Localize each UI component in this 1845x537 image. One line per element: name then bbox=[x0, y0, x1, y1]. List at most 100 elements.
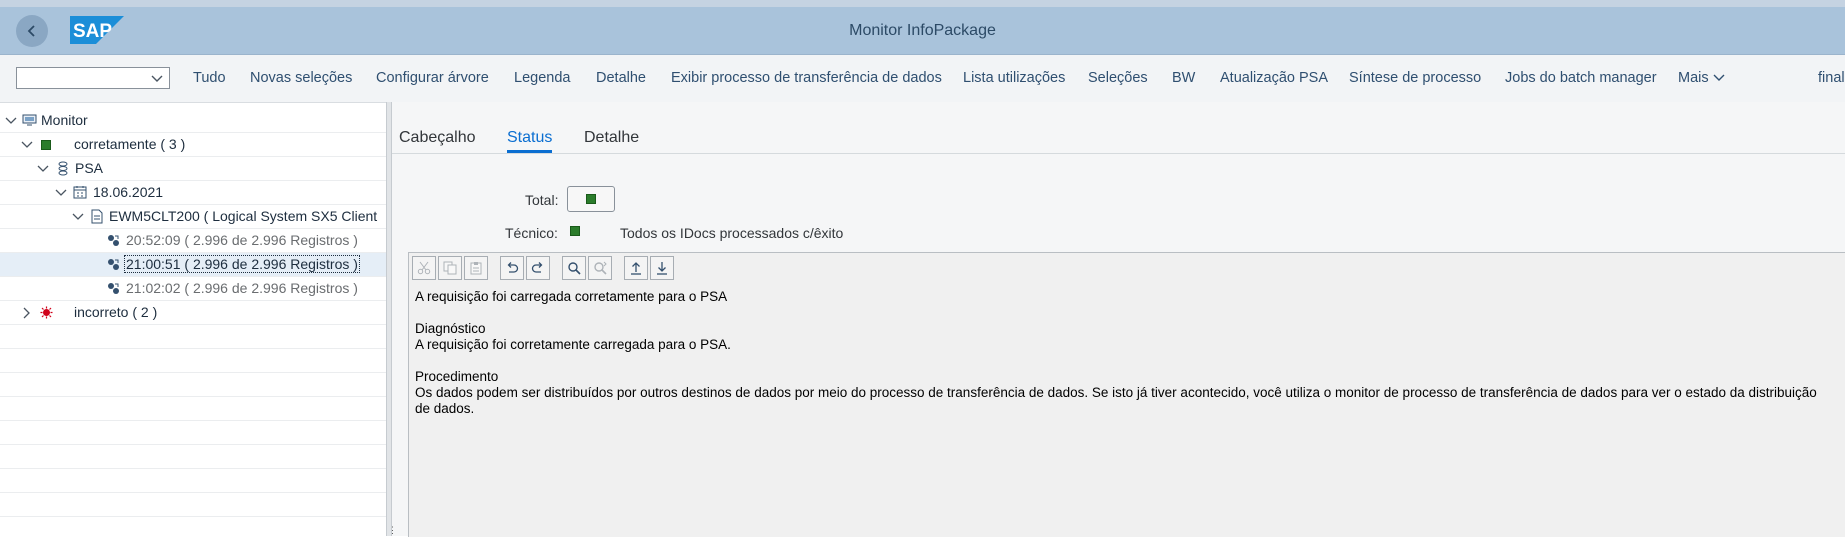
total-status-button[interactable] bbox=[567, 186, 615, 212]
tree-node-request-1[interactable]: 20:52:09 ( 2.996 de 2.996 Registros ) bbox=[0, 229, 387, 253]
toolbar-exibir-processo[interactable]: Exibir processo de transferência de dado… bbox=[671, 70, 942, 86]
total-label: Total: bbox=[525, 192, 559, 208]
chevron-down-icon[interactable] bbox=[21, 140, 33, 150]
logo-text: SAP bbox=[73, 21, 112, 42]
tree-empty-row bbox=[0, 397, 387, 421]
upload-icon bbox=[631, 262, 641, 275]
database-icon bbox=[58, 161, 68, 176]
diagnostic-text: A requisição foi corretamente carregada … bbox=[415, 337, 731, 352]
toolbar-detalhe[interactable]: Detalhe bbox=[596, 70, 646, 86]
chevron-down-icon[interactable] bbox=[37, 164, 49, 174]
chevron-right-icon[interactable] bbox=[22, 307, 32, 319]
toolbar-bw[interactable]: BW bbox=[1172, 70, 1195, 86]
redo-button[interactable] bbox=[526, 256, 550, 280]
tree-node-request-3[interactable]: 21:02:02 ( 2.996 de 2.996 Registros ) bbox=[0, 277, 387, 301]
technical-status-text: Todos os IDocs processados c/êxito bbox=[620, 225, 844, 241]
toolbar-lista-utilizacoes[interactable]: Lista utilizações bbox=[963, 70, 1065, 86]
download-button[interactable] bbox=[650, 256, 674, 280]
tree-empty-row bbox=[0, 325, 387, 349]
chevron-left-icon bbox=[27, 25, 35, 37]
toolbar-sintese-processo[interactable]: Síntese de processo bbox=[1349, 70, 1481, 86]
technical-label: Técnico: bbox=[505, 225, 558, 241]
tree-label-request-3: 21:02:02 ( 2.996 de 2.996 Registros ) bbox=[126, 280, 358, 296]
splitter-grip-icon[interactable]: ⋮ bbox=[388, 525, 397, 536]
toolbar-more-button[interactable]: Mais bbox=[1678, 70, 1725, 86]
document-icon bbox=[91, 209, 103, 224]
active-tab-indicator bbox=[507, 150, 552, 153]
find-next-button[interactable] bbox=[588, 256, 612, 280]
toolbar-selecoes[interactable]: Seleções bbox=[1088, 70, 1148, 86]
copy-icon bbox=[443, 261, 457, 275]
toolbar-configurar-arvore[interactable]: Configurar árvore bbox=[376, 70, 489, 86]
paste-button[interactable] bbox=[464, 256, 488, 280]
green-status-icon bbox=[586, 194, 596, 204]
undo-icon bbox=[507, 262, 519, 273]
find-icon bbox=[568, 262, 581, 275]
request-icon bbox=[108, 235, 119, 246]
toolbar-more-label: Mais bbox=[1678, 70, 1709, 86]
tree-label-request-1: 20:52:09 ( 2.996 de 2.996 Registros ) bbox=[126, 232, 358, 248]
download-icon bbox=[657, 262, 667, 275]
editor-toolbar bbox=[409, 253, 1845, 285]
toolbar-legenda[interactable]: Legenda bbox=[514, 70, 570, 86]
calendar-icon bbox=[73, 186, 87, 199]
tab-cabecalho[interactable]: Cabeçalho bbox=[399, 129, 476, 147]
tree-label-date: 18.06.2021 bbox=[93, 184, 164, 200]
tab-status[interactable]: Status bbox=[507, 129, 552, 147]
tree-node-system[interactable]: EWM5CLT200 ( Logical System SX5 Client bbox=[0, 205, 387, 229]
find-button[interactable] bbox=[562, 256, 586, 280]
monitor-tree: Monitor corretamente ( 3 ) PSA 18.06.202… bbox=[0, 109, 387, 536]
tree-empty-row bbox=[0, 373, 387, 397]
tree-node-psa[interactable]: PSA bbox=[0, 157, 387, 181]
tree-label-monitor: Monitor bbox=[41, 112, 88, 128]
chevron-down-icon bbox=[1713, 74, 1725, 82]
copy-button[interactable] bbox=[438, 256, 462, 280]
request-icon bbox=[108, 259, 119, 270]
tree-label-system: EWM5CLT200 ( Logical System SX5 Client bbox=[109, 208, 378, 224]
variant-select[interactable] bbox=[16, 67, 170, 89]
sap-logo: SAP bbox=[70, 16, 124, 47]
toolbar-novas-selecoes[interactable]: Novas seleções bbox=[250, 70, 352, 86]
monitor-icon bbox=[22, 114, 37, 126]
green-status-icon bbox=[570, 226, 580, 236]
redo-icon bbox=[531, 262, 543, 273]
green-status-icon bbox=[41, 140, 51, 150]
tree-label-correct: corretamente ( 3 ) bbox=[74, 136, 186, 152]
chevron-down-icon[interactable] bbox=[72, 212, 84, 222]
message-line: A requisição foi carregada corretamente … bbox=[415, 289, 728, 304]
red-status-icon bbox=[40, 306, 53, 319]
tree-node-date[interactable]: 18.06.2021 bbox=[0, 181, 387, 205]
tree-node-monitor[interactable]: Monitor bbox=[0, 109, 387, 133]
shell-bar: Monitor InfoPackage SAP bbox=[0, 7, 1845, 55]
cut-button[interactable] bbox=[412, 256, 436, 280]
shell-title: Monitor InfoPackage bbox=[849, 22, 996, 39]
tree-label-request-2: 21:00:51 ( 2.996 de 2.996 Registros ) bbox=[124, 255, 360, 273]
detail-pane: Cabeçalho Status Detalhe Total: Técnico:… bbox=[392, 102, 1845, 537]
toolbar-final[interactable]: final bbox=[1818, 70, 1845, 86]
tree-node-incorrect[interactable]: incorreto ( 2 ) bbox=[0, 301, 387, 325]
message-text-editor: A requisição foi carregada corretamente … bbox=[408, 252, 1845, 537]
tab-detalhe[interactable]: Detalhe bbox=[584, 129, 639, 147]
upload-button[interactable] bbox=[624, 256, 648, 280]
paste-icon bbox=[470, 262, 482, 275]
tree-empty-row bbox=[0, 493, 387, 517]
back-button[interactable] bbox=[16, 15, 48, 47]
message-text[interactable]: A requisição foi carregada corretamente … bbox=[415, 289, 1835, 433]
request-icon bbox=[108, 283, 119, 294]
tree-empty-row bbox=[0, 421, 387, 445]
toolbar-atualizacao-psa[interactable]: Atualização PSA bbox=[1220, 70, 1328, 86]
undo-button[interactable] bbox=[500, 256, 524, 280]
find-next-icon bbox=[594, 261, 607, 275]
tree-empty-row bbox=[0, 469, 387, 493]
application-toolbar: Tudo Novas seleções Configurar árvore Le… bbox=[0, 55, 1845, 103]
chevron-down-icon[interactable] bbox=[5, 116, 17, 126]
tab-bar: Cabeçalho Status Detalhe bbox=[392, 102, 1845, 154]
toolbar-jobs-batch-manager[interactable]: Jobs do batch manager bbox=[1505, 70, 1657, 86]
tree-node-request-2[interactable]: 21:00:51 ( 2.996 de 2.996 Registros ) bbox=[0, 253, 387, 277]
tree-empty-row bbox=[0, 349, 387, 373]
tree-label-incorrect: incorreto ( 2 ) bbox=[74, 304, 158, 320]
tree-node-correct[interactable]: corretamente ( 3 ) bbox=[0, 133, 387, 157]
chevron-down-icon bbox=[151, 75, 163, 82]
toolbar-tudo[interactable]: Tudo bbox=[193, 70, 226, 86]
chevron-down-icon[interactable] bbox=[55, 188, 67, 198]
